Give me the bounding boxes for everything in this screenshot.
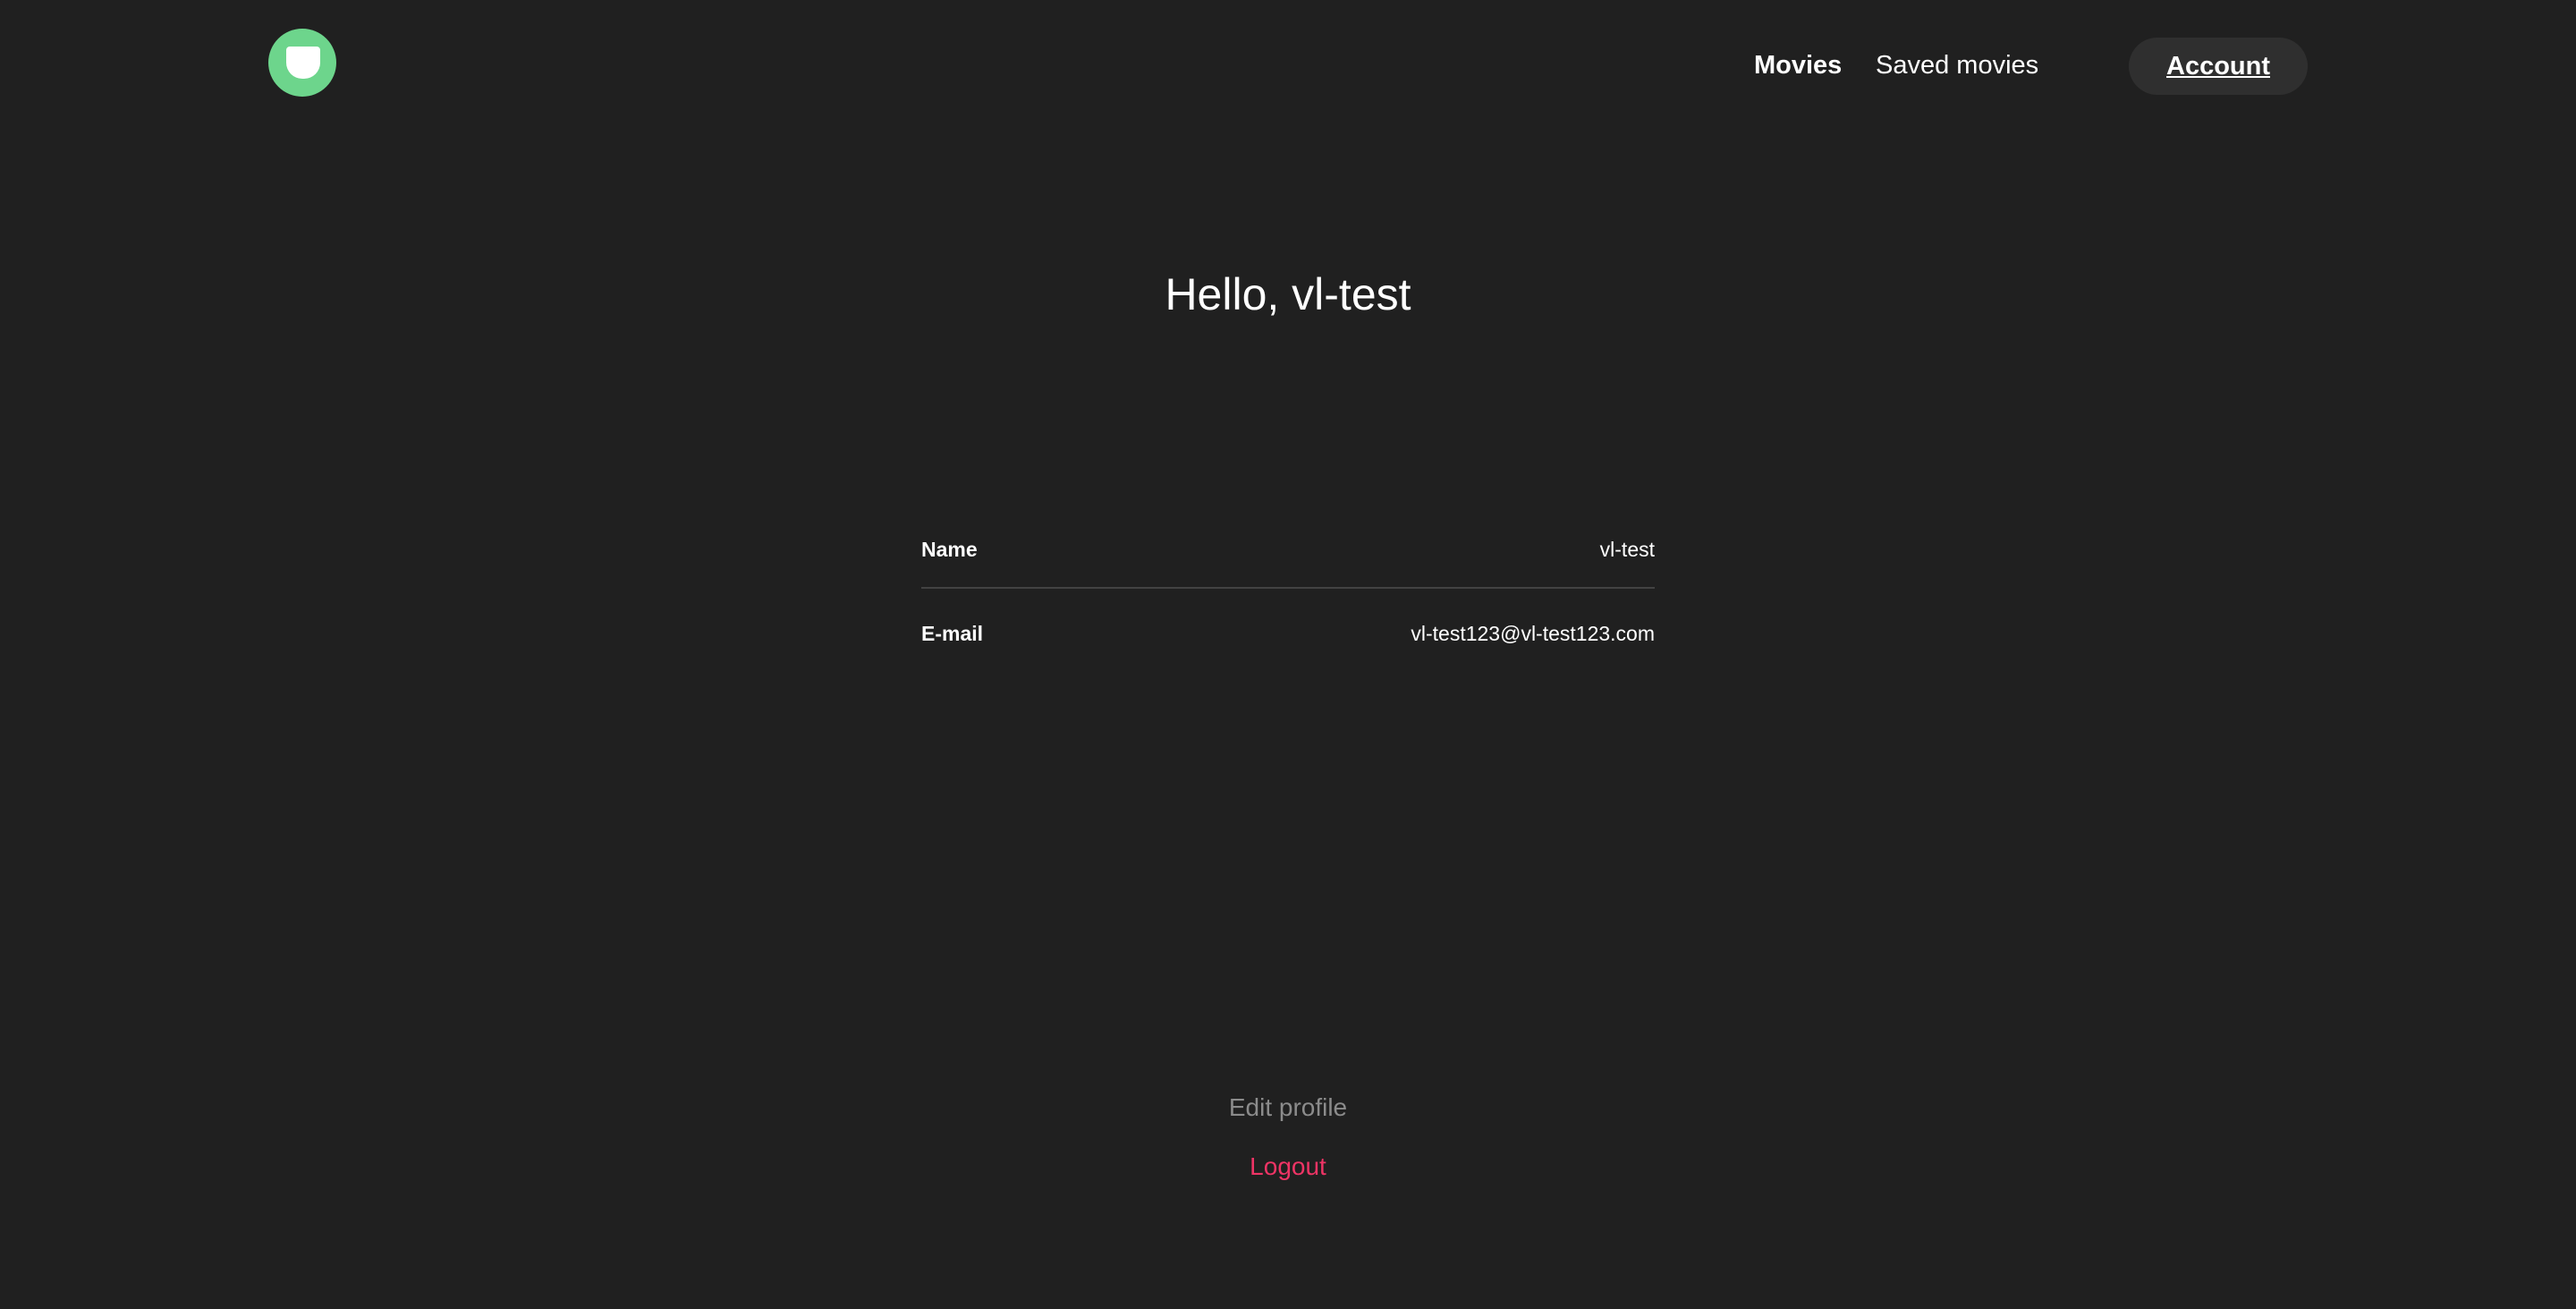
site-header: Movies Saved movies Account bbox=[0, 0, 2576, 125]
profile-row-email: E-mail vl-test123@vl-test123.com bbox=[921, 614, 1655, 659]
name-label: Name bbox=[921, 538, 978, 561]
name-value: vl-test bbox=[1599, 538, 1655, 561]
logout-button[interactable]: Logout bbox=[1109, 1147, 1467, 1186]
account-button[interactable]: Account bbox=[2129, 38, 2308, 95]
nav-saved-movies-link[interactable]: Saved movies bbox=[1876, 49, 2038, 81]
profile-info: Name vl-test E-mail vl-test123@vl-test12… bbox=[921, 530, 1655, 659]
profile-greeting: Hello, vl-test bbox=[1165, 269, 1411, 319]
logo-link[interactable] bbox=[268, 29, 336, 97]
email-label: E-mail bbox=[921, 622, 984, 645]
email-value: vl-test123@vl-test123.com bbox=[1411, 622, 1655, 645]
nav-movies-link[interactable]: Movies bbox=[1754, 49, 1842, 81]
profile-divider bbox=[921, 587, 1655, 589]
logo-icon bbox=[286, 47, 320, 79]
edit-profile-button[interactable]: Edit profile bbox=[1109, 1088, 1467, 1127]
profile-row-name: Name vl-test bbox=[921, 530, 1655, 574]
